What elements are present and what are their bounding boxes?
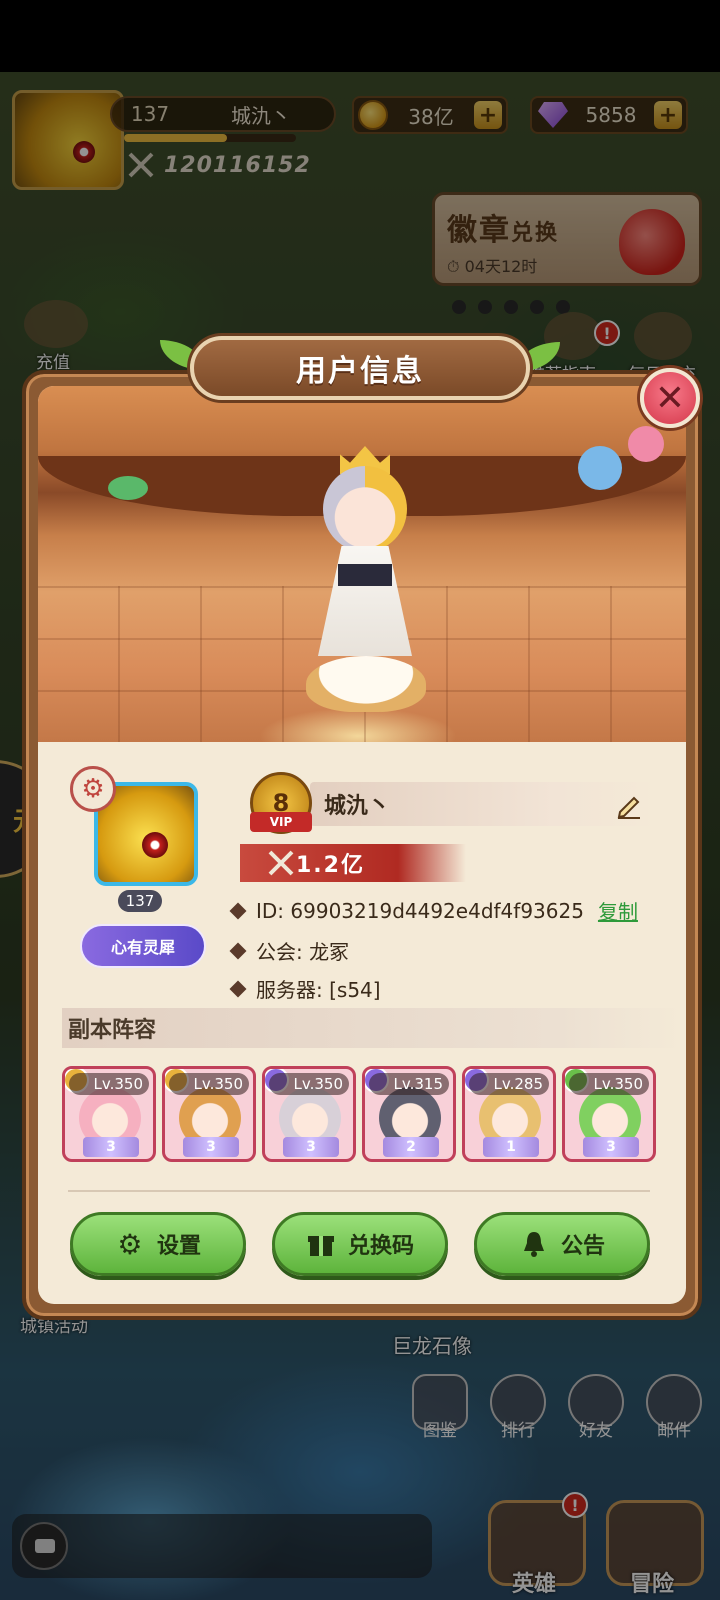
hero-lineup: Lv.350 3 Lv.350 3 Lv.350 3 Lv.315 2 Lv.285 1 Lv.35… — [62, 1066, 656, 1162]
character-dress — [318, 546, 412, 656]
gear-icon: ⚙ — [117, 1227, 143, 1261]
diamond-bullet-icon — [229, 902, 247, 919]
hero-card[interactable]: Lv.350 3 — [162, 1066, 256, 1162]
crossed-swords-icon — [268, 850, 294, 876]
hero-level: Lv.315 — [369, 1073, 449, 1095]
guild-line: 公会: 龙冢 — [229, 936, 350, 965]
redeem-code-label: 兑换码 — [347, 1234, 414, 1259]
hero-card[interactable]: Lv.350 3 — [262, 1066, 356, 1162]
settings-label: 设置 — [156, 1234, 201, 1259]
hero-level: Lv.350 — [569, 1073, 649, 1095]
vip-label: VIP — [250, 812, 312, 832]
hero-level: Lv.350 — [169, 1073, 249, 1095]
divider — [68, 1190, 650, 1192]
hero-star-rank: 1 — [483, 1137, 539, 1157]
server-name: 服务器: [s54] — [256, 978, 381, 1002]
gift-icon — [307, 1236, 334, 1256]
candy-decoration — [578, 446, 622, 490]
profile-name: 城氿丶 — [324, 794, 391, 819]
lineup-section-title: 副本阵容 — [62, 1008, 682, 1048]
diamond-bullet-icon — [229, 980, 247, 997]
guild-name: 公会: 龙冢 — [256, 940, 350, 964]
player-id: ID: 69903219d4492e4df4f93625 — [256, 898, 584, 923]
profile-name-row: 城氿丶 — [310, 782, 660, 826]
dialog-title-ribbon: 用户信息 — [190, 336, 530, 400]
status-bar — [0, 0, 720, 72]
hero-card[interactable]: Lv.315 2 — [362, 1066, 456, 1162]
hero-star-rank: 3 — [583, 1137, 639, 1157]
avatar-eye — [142, 832, 168, 858]
hero-star-rank: 3 — [283, 1137, 339, 1157]
title-badge[interactable]: 心有灵犀 — [80, 924, 206, 968]
hero-card[interactable]: Lv.350 3 — [62, 1066, 156, 1162]
gear-icon: ⚙ — [81, 774, 105, 804]
candy-decoration — [108, 476, 148, 500]
settings-button[interactable]: ⚙ 设置 — [70, 1212, 246, 1276]
profile-level: 137 — [118, 890, 162, 912]
edit-pencil-icon[interactable] — [614, 790, 644, 820]
close-icon: ✕ — [654, 377, 686, 419]
cake-pedestal — [306, 656, 426, 712]
game-screen: 137 城氿丶 120116152 38亿 + 5858 + 徽章兑换 ⏱ 04… — [0, 0, 720, 1600]
candy-decoration — [628, 426, 664, 462]
notice-label: 公告 — [560, 1234, 605, 1259]
character-belt — [338, 564, 392, 586]
server-line: 服务器: [s54] — [229, 974, 381, 1003]
redeem-code-button[interactable]: 兑换码 — [272, 1212, 448, 1276]
hero-card[interactable]: Lv.350 3 — [562, 1066, 656, 1162]
profile-power-value: 1.2亿 — [296, 853, 365, 878]
hero-card[interactable]: Lv.285 1 — [462, 1066, 556, 1162]
hero-star-rank: 2 — [383, 1137, 439, 1157]
player-id-line: ID: 69903219d4492e4df4f93625 复制 — [229, 896, 638, 925]
hero-star-rank: 3 — [83, 1137, 139, 1157]
character-portrait — [288, 446, 438, 716]
avatar-settings-button[interactable]: ⚙ — [70, 766, 116, 812]
close-button[interactable]: ✕ — [640, 368, 700, 428]
character-head — [323, 466, 407, 552]
copy-id-link[interactable]: 复制 — [598, 896, 638, 925]
notice-button[interactable]: 公告 — [474, 1212, 650, 1276]
hero-star-rank: 3 — [183, 1137, 239, 1157]
dialog-title: 用户信息 — [296, 354, 424, 389]
hero-level: Lv.350 — [69, 1073, 149, 1095]
hero-level: Lv.350 — [269, 1073, 349, 1095]
bell-icon — [523, 1232, 544, 1257]
diamond-bullet-icon — [229, 942, 247, 959]
hero-level: Lv.285 — [469, 1073, 549, 1095]
character-showcase — [38, 386, 686, 742]
